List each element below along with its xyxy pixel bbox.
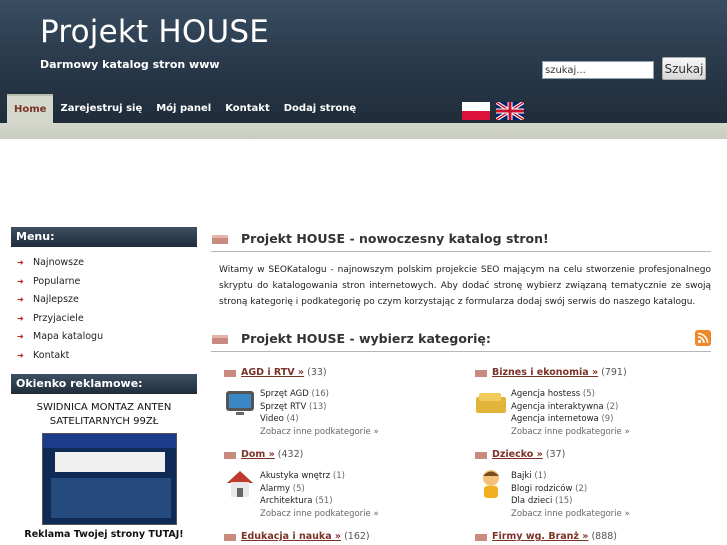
category-agd-rtv: AGD i RTV » (33) Sprzęt AGD (16) Sprzęt … [223, 367, 453, 437]
ad-banner [0, 139, 727, 223]
site-title[interactable]: Projekt HOUSE [40, 14, 269, 50]
category-home: Dom » (432) Akustyka wnętrz (1) Alarmy (… [223, 449, 453, 519]
arrow-icon: ➜ [17, 295, 24, 305]
menu-item-friends[interactable]: ➜ Przyjaciele [17, 310, 197, 329]
header: Projekt HOUSE Darmowy katalog stron www … [0, 0, 727, 123]
subcategory-link[interactable]: Agencja internetowa (9) [511, 413, 701, 426]
site-subtitle: Darmowy katalog stron www [40, 58, 220, 71]
menu-heading: Menu: [11, 227, 197, 247]
ad-image-content [51, 478, 171, 518]
category-link[interactable]: Dom » [241, 449, 275, 460]
more-subcategories-link[interactable]: Zobacz inne podkategorie » [260, 508, 450, 521]
rss-icon[interactable] [695, 330, 711, 346]
side-menu: ➜ Najnowsze ➜ Popularne ➜ Najlepsze ➜ Przyja… [17, 254, 197, 366]
subbar [0, 123, 727, 139]
more-subcategories-link[interactable]: Zobacz inne podkategorie » [511, 508, 701, 521]
subcategory-link[interactable]: Sprzęt RTV (13) [260, 401, 450, 414]
subcategory-link[interactable]: Bajki (1) [511, 470, 701, 483]
category-link[interactable]: AGD i RTV » [241, 367, 304, 378]
menu-item-popular[interactable]: ➜ Popularne [17, 273, 197, 292]
arrow-icon: ➜ [17, 313, 24, 323]
more-subcategories-link[interactable]: Zobacz inne podkategorie » [260, 426, 450, 439]
category-heading: Projekt HOUSE - wybierz kategorię: [211, 328, 711, 352]
category-companies: Firmy wg. Branż » (888) [474, 531, 704, 545]
english-flag-icon[interactable] [496, 102, 524, 120]
subcategory-link[interactable]: Blogi rodziców (2) [511, 483, 701, 496]
ad-image-banner [55, 452, 165, 472]
brick-icon [224, 534, 236, 541]
subcategory-link[interactable]: Sprzęt AGD (16) [260, 388, 450, 401]
nav-register[interactable]: Zarejestruj się [53, 94, 149, 123]
main-nav: Home Zarejestruj się Mój panel Kontakt D… [7, 94, 363, 123]
category-link[interactable]: Biznes i ekonomia » [492, 367, 598, 378]
subcategory-link[interactable]: Agencja hostess (5) [511, 388, 701, 401]
nav-contact[interactable]: Kontakt [218, 94, 277, 123]
nav-panel[interactable]: Mój panel [149, 94, 218, 123]
brick-icon [475, 534, 487, 541]
ad-heading: Okienko reklamowe: [11, 374, 197, 394]
brick-icon [224, 370, 236, 377]
arrow-icon: ➜ [17, 332, 24, 342]
arrow-icon: ➜ [17, 258, 24, 267]
menu-item-best[interactable]: ➜ Najlepsze [17, 291, 197, 310]
nav-home[interactable]: Home [7, 94, 54, 123]
search-input[interactable] [542, 61, 654, 79]
subcategory-link[interactable]: Dla dzieci (15) [511, 495, 701, 508]
subcategory-link[interactable]: Agencja interaktywna (2) [511, 401, 701, 414]
subcategory-link[interactable]: Alarmy (5) [260, 483, 450, 496]
category-link[interactable]: Edukacja i nauka » [241, 531, 341, 542]
more-subcategories-link[interactable]: Zobacz inne podkategorie » [511, 426, 701, 439]
tv-icon [226, 391, 254, 415]
brick-icon [212, 235, 228, 244]
brick-icon [475, 370, 487, 377]
subcategory-link[interactable]: Akustyka wnętrz (1) [260, 470, 450, 483]
ad-image[interactable] [42, 433, 177, 525]
category-child: Dziecko » (37) Bajki (1) Blogi rodziców … [474, 449, 704, 519]
category-education: Edukacja i nauka » (162) [223, 531, 453, 545]
menu-item-newest[interactable]: ➜ Najnowsze [17, 254, 197, 273]
menu-item-contact[interactable]: ➜ Kontakt [17, 347, 197, 366]
category-link[interactable]: Dziecko » [492, 449, 543, 460]
child-icon [483, 470, 499, 498]
arrow-icon: ➜ [17, 276, 24, 286]
brick-icon [475, 452, 487, 459]
polish-flag-icon[interactable] [462, 102, 490, 120]
ad-footer[interactable]: Reklama Twojej strony TUTAJ! [11, 529, 197, 540]
intro-text: Witamy w SEOKatalogu - najnowszym polski… [219, 265, 711, 307]
ad-image-topbar [43, 434, 176, 448]
subcategory-link[interactable]: Architektura (51) [260, 495, 450, 508]
ad-text[interactable]: SWIDNICA MONTAZ ANTEN SATELITARNYCH 99ZŁ [11, 401, 197, 429]
menu-item-map[interactable]: ➜ Mapa katalogu [17, 328, 197, 347]
category-business: Biznes i ekonomia » (791) Agencja hostes… [474, 367, 704, 437]
nav-add-site[interactable]: Dodaj stronę [277, 94, 363, 123]
category-link[interactable]: Firmy wg. Branż » [492, 531, 588, 542]
subcategory-link[interactable]: Video (4) [260, 413, 450, 426]
search-button[interactable]: Szukaj [662, 57, 706, 80]
arrow-icon: ➜ [17, 350, 24, 360]
gold-bars-icon [476, 393, 506, 413]
intro-heading: Projekt HOUSE - nowoczesny katalog stron… [211, 228, 711, 252]
brick-icon [224, 452, 236, 459]
brick-icon [212, 335, 228, 344]
house-icon [227, 471, 253, 497]
